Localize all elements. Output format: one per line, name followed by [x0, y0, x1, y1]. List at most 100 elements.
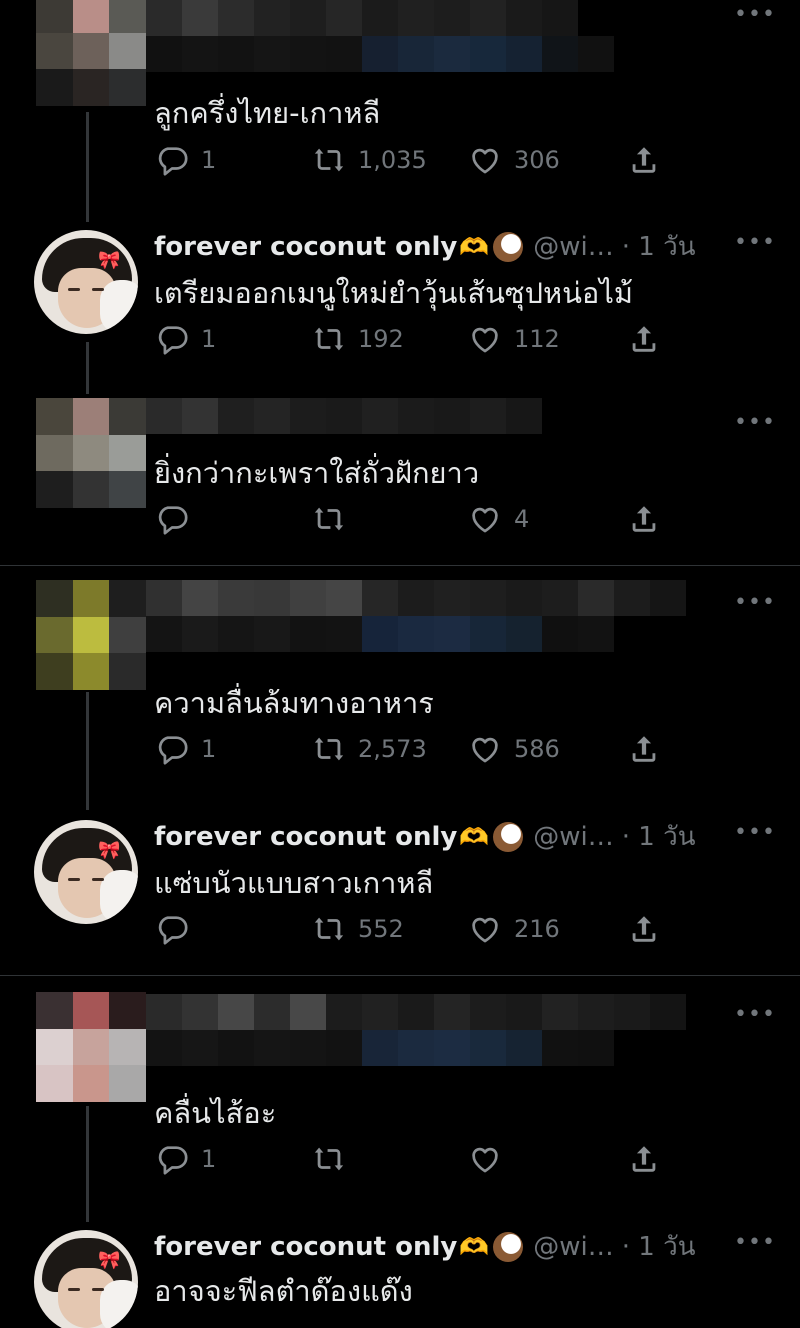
like-count: 4 — [514, 505, 530, 533]
redacted-handle — [146, 1030, 614, 1066]
thread-line — [86, 1106, 89, 1222]
author-handle[interactable]: @wi… — [533, 822, 614, 852]
author-handle[interactable]: @wi… — [533, 232, 614, 262]
reply-icon — [158, 1146, 188, 1175]
redacted-name — [146, 398, 542, 434]
retweet-button[interactable] — [312, 502, 358, 536]
more-icon[interactable]: ••• — [734, 230, 776, 255]
share-icon — [632, 147, 656, 173]
reply-icon — [158, 736, 188, 765]
reply-button[interactable]: 1 — [155, 143, 216, 177]
reply-button[interactable] — [155, 912, 201, 946]
thread-separator — [0, 975, 800, 976]
avatar[interactable]: 🎀 — [34, 820, 138, 924]
retweet-button[interactable]: 552 — [312, 912, 404, 946]
tweet-time[interactable]: · 1 วัน — [622, 226, 696, 267]
like-button[interactable]: 216 — [468, 912, 560, 946]
tweet-text: อาจจะฟีลตำด๊องแด๊ง — [154, 1274, 413, 1308]
tweet-actions: 4 — [155, 502, 675, 542]
reply-icon — [158, 506, 188, 535]
coconut-icon — [493, 1231, 524, 1262]
share-icon — [632, 916, 656, 942]
heart-icon — [472, 917, 498, 943]
bow-icon: 🎀 — [98, 250, 121, 271]
heart-icon — [472, 507, 498, 533]
tweet-text: เตรียมออกเมนูใหม่ยำวุ้นเส้นซุปหน่อไม้ — [154, 276, 634, 310]
more-icon[interactable]: ••• — [734, 590, 776, 615]
coconut-icon — [493, 231, 524, 262]
tweet-text: แซ่บนัวแบบสาวเกาหลี — [154, 866, 434, 900]
tweet-header: forever coconut only 🫶 @wi… · 1 วัน — [154, 1226, 695, 1267]
reply-button[interactable] — [155, 502, 201, 536]
share-button[interactable] — [627, 912, 661, 946]
coconut-icon — [493, 821, 524, 852]
heart-icon — [472, 327, 498, 353]
author-handle[interactable]: @wi… — [533, 1232, 614, 1262]
more-icon[interactable]: ••• — [734, 410, 776, 435]
like-button[interactable] — [468, 1142, 514, 1176]
redacted-handle — [146, 616, 614, 652]
more-icon[interactable]: ••• — [734, 1230, 776, 1255]
like-button[interactable]: 306 — [468, 143, 560, 177]
reply-button[interactable]: 1 — [155, 732, 216, 766]
retweet-count: 1,035 — [358, 146, 427, 174]
reply-icon — [158, 916, 188, 945]
share-button[interactable] — [627, 732, 661, 766]
avatar-redacted[interactable] — [36, 580, 146, 690]
avatar-redacted[interactable] — [36, 992, 146, 1102]
heart-hands-emoji: 🫶 — [459, 822, 490, 851]
retweet-icon — [314, 737, 344, 761]
retweet-button[interactable] — [312, 1142, 358, 1176]
reply-button[interactable]: 1 — [155, 1142, 216, 1176]
tweet-text: คลื่นไส้อะ — [154, 1096, 277, 1130]
more-icon[interactable]: ••• — [734, 2, 776, 27]
more-icon[interactable]: ••• — [734, 820, 776, 845]
like-count: 216 — [514, 915, 560, 943]
tweet-header: forever coconut only 🫶 @wi… · 1 วัน — [154, 226, 695, 267]
share-button[interactable] — [627, 143, 661, 177]
like-button[interactable]: 112 — [468, 322, 560, 356]
tweet-text: ลูกครึ่งไทย-เกาหลี — [154, 96, 381, 130]
avatar[interactable]: 🎀 — [34, 230, 138, 334]
reply-icon — [158, 147, 188, 176]
tweet-actions: 1 2,573 586 — [155, 732, 675, 772]
share-icon — [632, 326, 656, 352]
share-button[interactable] — [627, 502, 661, 536]
thread-line — [86, 342, 89, 394]
author-name[interactable]: forever coconut only — [154, 822, 457, 852]
retweet-count: 192 — [358, 325, 404, 353]
reply-count: 1 — [201, 1145, 217, 1173]
share-button[interactable] — [627, 322, 661, 356]
avatar-redacted[interactable] — [36, 398, 146, 508]
author-name[interactable]: forever coconut only — [154, 1232, 457, 1262]
thread-line — [86, 692, 89, 810]
retweet-icon — [314, 917, 344, 941]
thread-separator — [0, 565, 800, 566]
redacted-handle — [146, 36, 614, 72]
tweet-time[interactable]: · 1 วัน — [622, 816, 696, 857]
retweet-icon — [314, 148, 344, 172]
retweet-icon — [314, 327, 344, 351]
like-count: 306 — [514, 146, 560, 174]
share-button[interactable] — [627, 1142, 661, 1176]
like-button[interactable]: 586 — [468, 732, 560, 766]
author-name[interactable]: forever coconut only — [154, 232, 457, 262]
tweet-actions: 1 — [155, 1142, 675, 1182]
retweet-button[interactable]: 192 — [312, 322, 404, 356]
retweet-icon — [314, 507, 344, 531]
heart-hands-emoji: 🫶 — [459, 1232, 490, 1261]
like-button[interactable]: 4 — [468, 502, 529, 536]
tweet-time[interactable]: · 1 วัน — [622, 1226, 696, 1267]
redacted-name — [146, 580, 686, 616]
tweet-text: ความลื่นล้มทางอาหาร — [154, 686, 434, 720]
reply-count: 1 — [201, 735, 217, 763]
thread-line — [86, 112, 89, 222]
heart-hands-emoji: 🫶 — [459, 232, 490, 261]
retweet-button[interactable]: 1,035 — [312, 143, 427, 177]
more-icon[interactable]: ••• — [734, 1002, 776, 1027]
reply-button[interactable]: 1 — [155, 322, 216, 356]
avatar[interactable]: 🎀 — [34, 1230, 138, 1328]
avatar-redacted[interactable] — [36, 0, 146, 106]
heart-icon — [472, 1147, 498, 1173]
retweet-button[interactable]: 2,573 — [312, 732, 427, 766]
